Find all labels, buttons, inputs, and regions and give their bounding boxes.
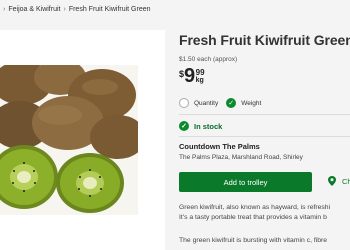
quantity-radio[interactable] xyxy=(179,98,189,108)
price-dollars: 9 xyxy=(184,65,195,87)
unit-option-label: Quantity xyxy=(194,99,219,107)
change-store-label: Ch xyxy=(342,176,350,186)
breadcrumb-separator: › xyxy=(3,5,6,13)
unit-option-quantity[interactable]: Quantity xyxy=(179,98,218,108)
each-price: $1.50 each (approx) xyxy=(179,56,238,63)
unit-selector: Quantity ✓ Weight xyxy=(179,98,269,108)
breadcrumb: › Feijoa & Kiwifruit › Fresh Fruit Kiwif… xyxy=(0,3,151,15)
unit-option-weight[interactable]: ✓ Weight xyxy=(226,98,261,108)
description-line: The green kiwifruit is bursting with vit… xyxy=(179,237,328,244)
check-icon: ✓ xyxy=(179,121,189,131)
price-unit: kg xyxy=(195,77,204,84)
location-pin-icon xyxy=(328,176,336,186)
breadcrumb-separator: › xyxy=(63,5,66,13)
store-address: The Palms Plaza, Marshland Road, Shirley xyxy=(179,154,303,161)
price-cents: 99 xyxy=(195,68,205,77)
divider xyxy=(179,136,350,137)
stock-label: In stock xyxy=(194,121,223,131)
breadcrumb-link-feijoa-kiwifruit[interactable]: Feijoa & Kiwifruit xyxy=(8,6,60,13)
weight-radio[interactable]: ✓ xyxy=(226,98,237,108)
check-icon: ✓ xyxy=(228,100,235,107)
product-image-card xyxy=(0,30,165,250)
change-store-link[interactable]: Ch xyxy=(328,176,350,186)
price: $ 9 99 kg xyxy=(179,66,205,88)
description-line: It's a tasty portable treat that provide… xyxy=(179,214,327,221)
product-image xyxy=(0,65,138,215)
stock-status: ✓ In stock xyxy=(179,121,222,131)
description-line: Green kiwifruit, also known as hayward, … xyxy=(179,204,331,211)
breadcrumb-current: Fresh Fruit Kiwifruit Green xyxy=(68,5,151,13)
add-to-trolley-button[interactable]: Add to trolley xyxy=(179,172,312,192)
divider xyxy=(179,114,350,115)
store-name: Countdown The Palms xyxy=(179,142,260,151)
unit-option-label: Weight xyxy=(241,99,262,107)
product-title: Fresh Fruit Kiwifruit Green xyxy=(179,32,350,48)
